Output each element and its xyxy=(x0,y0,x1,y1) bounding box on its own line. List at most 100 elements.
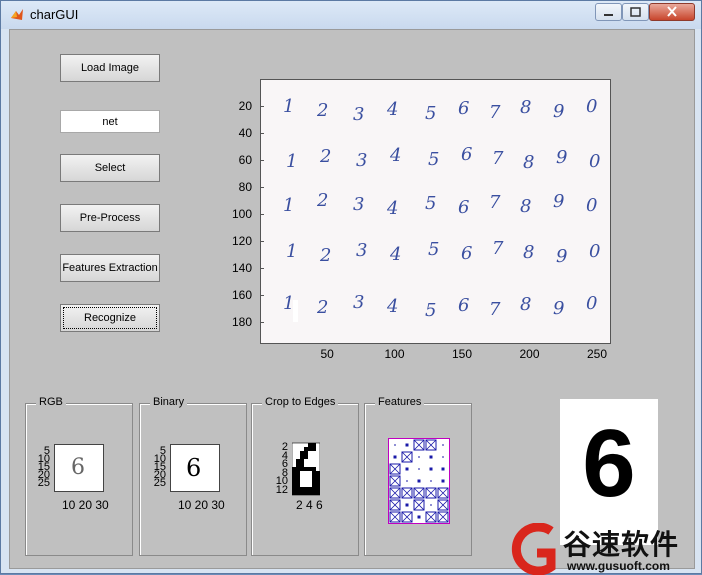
handwritten-digit: 9 xyxy=(553,101,565,122)
handwritten-digit: 7 xyxy=(489,299,501,320)
features-panel: Features xyxy=(364,396,472,556)
handwritten-digit: 8 xyxy=(520,196,532,217)
handwritten-digit: 8 xyxy=(523,152,535,173)
y-tick-mark xyxy=(260,214,264,216)
feature-cell-dot xyxy=(418,456,420,458)
select-button[interactable]: Select xyxy=(60,154,160,182)
handwritten-digit: 0 xyxy=(589,151,601,172)
recognize-button[interactable]: Recognize xyxy=(60,304,160,332)
title-bar[interactable]: charGUI xyxy=(1,1,701,29)
y-tick-mark xyxy=(260,106,264,108)
handwritten-digit: 5 xyxy=(428,149,440,170)
watermark-logo: 谷速软件 www.gusuoft.com xyxy=(507,523,702,575)
x-tick-label: 50 xyxy=(320,347,334,361)
handwritten-digit: 1 xyxy=(283,96,295,117)
cropped-digit-image xyxy=(292,442,320,496)
y-tick-label: 20 xyxy=(238,99,252,114)
net-input[interactable]: net xyxy=(60,110,160,133)
window-title: charGUI xyxy=(30,7,79,22)
handwritten-digit: 6 xyxy=(458,197,470,218)
crop-panel: Crop to Edges 2 4 6 8 10 12 2 4 6 xyxy=(251,396,359,556)
feature-cell-dot xyxy=(441,479,445,483)
handwritten-digit: 1 xyxy=(286,241,298,262)
handwritten-digit: 3 xyxy=(353,194,365,215)
handwritten-digit: 3 xyxy=(356,150,368,171)
handwritten-digit: 6 xyxy=(458,98,470,119)
small-y-tick: 25 xyxy=(153,477,166,489)
matlab-icon xyxy=(11,9,23,20)
rgb-x-ticks: 10 20 30 xyxy=(62,498,109,512)
feature-cell-dot xyxy=(393,455,397,459)
handwritten-digit: 5 xyxy=(428,239,440,260)
feature-cell-dot xyxy=(442,444,444,446)
handwritten-digit: 4 xyxy=(387,198,399,219)
close-button[interactable] xyxy=(649,3,695,21)
input-image-axes: 1234567890123456789012345678901234567890… xyxy=(260,79,611,344)
handwritten-digit: 7 xyxy=(492,148,504,169)
features-panel-title: Features xyxy=(375,396,425,408)
handwritten-digit: 6 xyxy=(461,243,473,264)
maximize-button[interactable] xyxy=(622,3,649,21)
feature-cell-dot xyxy=(394,444,396,446)
handwritten-digit: 0 xyxy=(586,195,598,216)
handwritten-digit: 3 xyxy=(353,104,365,125)
y-tick-label: 160 xyxy=(231,288,252,303)
handwritten-digit: 1 xyxy=(286,151,298,172)
y-tick-mark xyxy=(260,295,264,297)
recognized-digit: 6 xyxy=(582,410,636,517)
close-icon xyxy=(667,6,677,17)
watermark-url: www.gusuoft.com xyxy=(567,559,670,573)
handwritten-digit: 5 xyxy=(425,193,437,214)
rgb-panel: RGB 5 10 15 20 25 6 10 20 30 xyxy=(25,396,133,556)
handwritten-digit: 6 xyxy=(461,144,473,165)
handwritten-digit: 7 xyxy=(492,238,504,259)
feature-cell-dot xyxy=(430,480,432,482)
handwritten-digit: 8 xyxy=(520,294,532,315)
y-tick-label: 140 xyxy=(231,261,252,276)
load-image-button[interactable]: Load Image xyxy=(60,54,160,82)
paper-glare xyxy=(293,300,298,322)
minimize-icon xyxy=(604,14,613,16)
handwritten-digit: 7 xyxy=(489,102,501,123)
handwritten-digit: 4 xyxy=(387,296,399,317)
y-tick-label: 100 xyxy=(231,207,252,222)
handwritten-digit: 2 xyxy=(320,146,332,167)
handwritten-digit: 9 xyxy=(553,191,565,212)
small-y-tick: 12 xyxy=(275,483,288,496)
app-window: charGUI Load Image net Select Pre-Proces… xyxy=(0,0,702,575)
gusu-logo-icon xyxy=(511,523,556,575)
handwritten-digit: 4 xyxy=(387,99,399,120)
crop-x-ticks: 2 4 6 xyxy=(296,498,323,512)
y-tick-label: 80 xyxy=(238,180,252,195)
handwritten-digit: 4 xyxy=(390,145,402,166)
handwritten-digit: 0 xyxy=(586,293,598,314)
feature-cell-dot xyxy=(406,480,408,482)
y-tick-mark xyxy=(260,187,264,189)
feature-cell-dot xyxy=(417,479,421,483)
binary-x-ticks: 10 20 30 xyxy=(178,498,225,512)
handwritten-digit: 4 xyxy=(390,244,402,265)
feature-cell-dot xyxy=(442,456,444,458)
handwritten-digit: 9 xyxy=(556,147,568,168)
crop-panel-title: Crop to Edges xyxy=(262,396,339,408)
features-extraction-button[interactable]: Features Extraction xyxy=(60,254,160,282)
binary-panel: Binary 5 10 15 20 25 6 10 20 30 xyxy=(139,396,247,556)
handwritten-digit: 8 xyxy=(523,242,535,263)
feature-cell-dot xyxy=(418,468,420,470)
feature-cell-dot xyxy=(441,467,445,471)
y-tick-mark xyxy=(260,241,264,243)
handwritten-digit: 6 xyxy=(458,295,470,316)
preprocess-button[interactable]: Pre-Process xyxy=(60,204,160,232)
rgb-panel-title: RGB xyxy=(36,396,66,408)
feature-cell-dot xyxy=(430,504,432,506)
feature-cell-dot xyxy=(405,467,409,471)
handwritten-digit: 3 xyxy=(353,292,365,313)
x-tick-label: 200 xyxy=(519,347,540,361)
y-tick-label: 40 xyxy=(238,126,252,141)
minimize-button[interactable] xyxy=(595,3,622,21)
watermark-brand: 谷速软件 xyxy=(563,528,680,561)
binary-panel-title: Binary xyxy=(150,396,188,408)
handwritten-digit: 2 xyxy=(317,190,329,211)
handwritten-digit: 0 xyxy=(586,96,598,117)
handwritten-digit: 2 xyxy=(320,245,332,266)
